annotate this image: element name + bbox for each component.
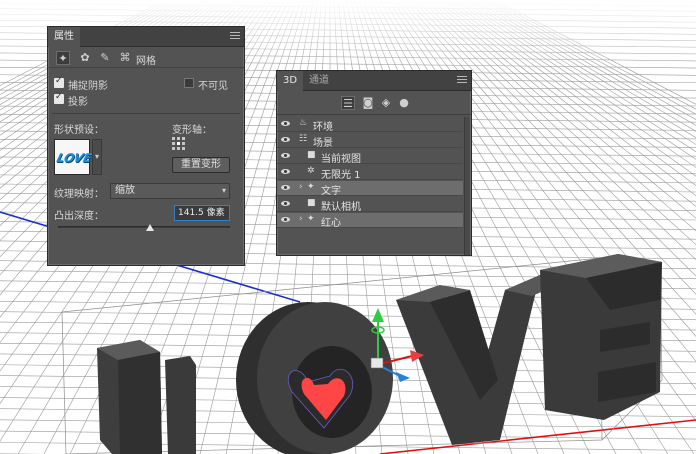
layer-name: 场景 bbox=[313, 138, 333, 149]
expand-chevron-icon[interactable]: › bbox=[299, 214, 303, 224]
cap-mode-icon[interactable]: ✎ bbox=[98, 51, 112, 65]
materials-filter-icon[interactable]: ◈ bbox=[379, 96, 393, 110]
visibility-eye-icon[interactable] bbox=[281, 184, 291, 192]
layer-name: 当前视图 bbox=[321, 154, 361, 165]
x-axis-line bbox=[379, 419, 696, 454]
letter-l-mesh[interactable] bbox=[97, 340, 196, 454]
invisible-checkbox[interactable] bbox=[184, 78, 194, 88]
extrusion-depth-label: 凸出深度： bbox=[54, 211, 104, 222]
lights-filter-icon[interactable]: ● bbox=[397, 96, 411, 110]
cast-shadow-label: 捕捉阴影 bbox=[68, 81, 108, 92]
layer-name: 无限光 1 bbox=[321, 170, 361, 181]
visibility-eye-icon[interactable] bbox=[281, 200, 291, 208]
tab-channels[interactable]: 通道 bbox=[303, 71, 335, 91]
shape-preset-label: 形状预设： bbox=[54, 125, 104, 136]
panel-menu-icon[interactable] bbox=[457, 76, 467, 85]
3d-tabbar: 3D 通道 bbox=[277, 71, 471, 91]
tab-properties[interactable]: 属性 bbox=[48, 27, 80, 47]
visibility-eye-icon[interactable] bbox=[281, 152, 291, 160]
layer-row[interactable]: ✲ 无限光 1 bbox=[277, 165, 463, 181]
mesh-mode-icon[interactable]: ✦ bbox=[56, 51, 70, 65]
camera-icon: ■ bbox=[307, 198, 316, 208]
layer-name: 红心 bbox=[321, 218, 341, 229]
extrusion-depth-slider-thumb[interactable] bbox=[146, 224, 154, 231]
invisible-label: 不可见 bbox=[198, 81, 228, 92]
mesh-icon: ✦ bbox=[307, 214, 315, 224]
infinite-light-icon: ✲ bbox=[307, 166, 315, 176]
camera-icon: ■ bbox=[307, 150, 316, 160]
layer-row[interactable]: › ✦ 红心 bbox=[277, 213, 463, 229]
scene-icon: ☷ bbox=[299, 134, 308, 144]
mesh-icon: ✦ bbox=[307, 182, 315, 192]
letter-e-mesh[interactable] bbox=[540, 254, 662, 420]
layer-row[interactable]: ☷ 场景 bbox=[277, 133, 463, 149]
letter-o-mesh[interactable] bbox=[236, 302, 393, 454]
environment-icon: ♨ bbox=[299, 118, 308, 128]
reset-deform-button[interactable]: 重置变形 bbox=[172, 157, 230, 173]
layer-name: 文字 bbox=[321, 186, 341, 197]
meshes-filter-icon[interactable]: ◙ bbox=[361, 96, 375, 110]
3d-filter-row: ☰ ◙ ◈ ● bbox=[277, 93, 471, 115]
properties-mode-row: ✦ ✿ ✎ ⌘ 网格 bbox=[48, 48, 244, 68]
panel-menu-icon[interactable] bbox=[230, 32, 240, 41]
mesh-label: 网格 bbox=[136, 56, 156, 67]
properties-panel: 属性 ✦ ✿ ✎ ⌘ 网格 捕捉阴影 不可见 投影 形状预设： 变形轴： LOV… bbox=[47, 26, 245, 266]
tab-3d[interactable]: 3D bbox=[277, 71, 304, 91]
visibility-eye-icon[interactable] bbox=[281, 136, 291, 144]
layer-row[interactable]: ■ 默认相机 bbox=[277, 197, 463, 213]
shadow-checkbox[interactable] bbox=[54, 92, 64, 104]
deform-axis-label: 变形轴： bbox=[172, 125, 212, 136]
extrusion-depth-slider[interactable] bbox=[58, 226, 230, 228]
texture-mapping-value: 缩放 bbox=[115, 185, 135, 196]
deform-mode-icon[interactable]: ✿ bbox=[78, 51, 92, 65]
whole-scene-filter-icon[interactable]: ☰ bbox=[341, 96, 355, 110]
visibility-eye-icon[interactable] bbox=[281, 120, 291, 128]
preset-thumb-text: LOVE bbox=[55, 151, 94, 165]
divider bbox=[52, 113, 240, 114]
layer-row[interactable]: ■ 当前视图 bbox=[277, 149, 463, 165]
coordinates-mode-icon[interactable]: ⌘ bbox=[118, 51, 132, 65]
properties-tabbar: 属性 bbox=[48, 27, 244, 47]
shape-preset-thumbnail[interactable]: LOVE bbox=[54, 139, 94, 175]
expand-chevron-icon[interactable]: › bbox=[299, 182, 303, 192]
visibility-eye-icon[interactable] bbox=[281, 216, 291, 224]
cast-shadow-checkbox[interactable] bbox=[54, 76, 64, 88]
texture-mapping-label: 纹理映射： bbox=[54, 189, 104, 200]
3d-panel: 3D 通道 ☰ ◙ ◈ ● ♨ 环境 ☷ 场景 ■ 当前视图 ✲ 无限光 1 › ✦ 文字 ■ 默认相机… bbox=[276, 70, 472, 256]
chevron-down-icon: ▾ bbox=[221, 186, 226, 195]
deform-axis-grid[interactable] bbox=[172, 137, 186, 151]
3d-scrollbar[interactable] bbox=[464, 117, 470, 255]
shadow-label: 投影 bbox=[68, 97, 88, 108]
layer-row[interactable]: ♨ 环境 bbox=[277, 117, 463, 133]
extrusion-depth-input[interactable]: 141.5 像素 bbox=[174, 205, 230, 221]
layer-name: 默认相机 bbox=[321, 202, 361, 213]
texture-mapping-select[interactable]: 缩放 ▾ bbox=[110, 183, 230, 199]
shape-preset-dropdown[interactable]: ▾ bbox=[92, 139, 102, 175]
visibility-eye-icon[interactable] bbox=[281, 168, 291, 176]
layer-row[interactable]: › ✦ 文字 bbox=[277, 181, 463, 197]
layer-name: 环境 bbox=[313, 122, 333, 133]
